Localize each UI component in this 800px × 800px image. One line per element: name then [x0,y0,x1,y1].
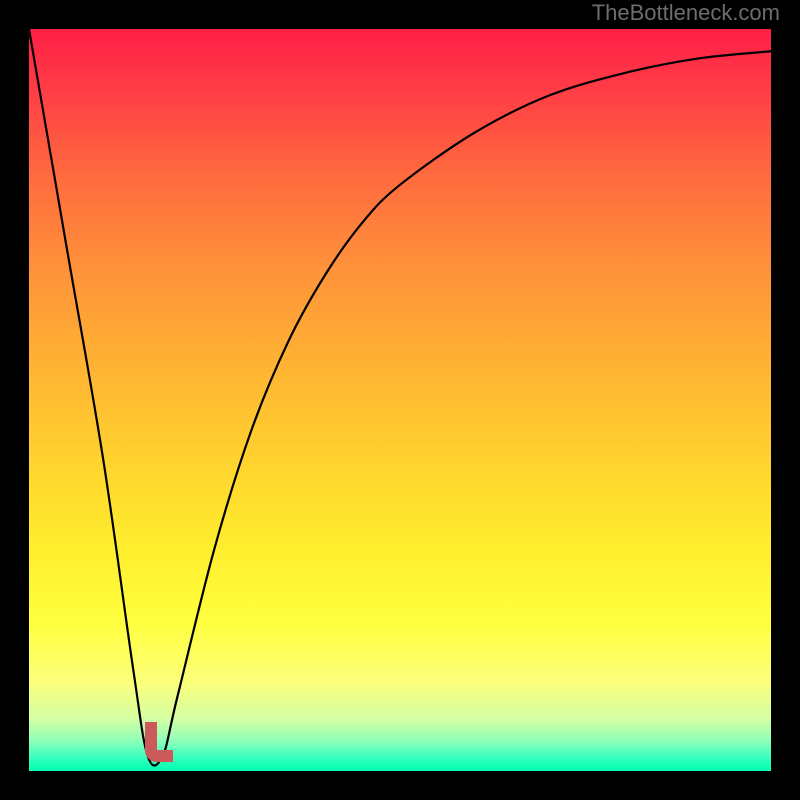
plot-area [29,29,771,771]
curve-layer [29,29,771,771]
optimal-point-marker [145,722,173,762]
watermark-text: TheBottleneck.com [592,0,780,26]
bottleneck-curve-path [29,29,771,766]
